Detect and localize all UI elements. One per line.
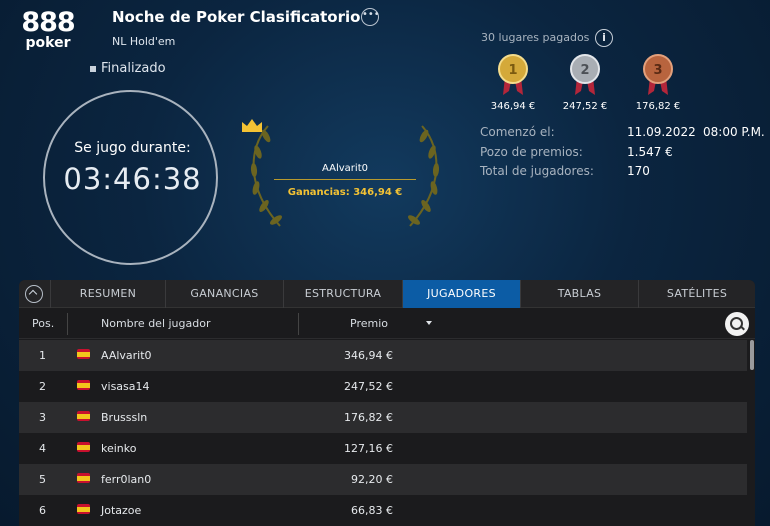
table-row[interactable]: 5 ferr0lan0 92,20 € [19, 464, 747, 495]
col-pos[interactable]: Pos. [32, 317, 54, 330]
sort-caret-icon[interactable] [426, 321, 432, 325]
spain-flag-icon [77, 473, 90, 483]
row-name: ferr0lan0 [101, 473, 152, 486]
start-label: Comenzó el: [480, 125, 555, 139]
row-prize: 176,82 € [344, 411, 393, 424]
table-header: Pos. Nombre del jugador Premio [19, 309, 755, 339]
players-label: Total de jugadores: [480, 164, 594, 178]
888poker-logo: 888 poker [18, 7, 78, 51]
col-divider [298, 313, 299, 335]
status-text: Finalizado [101, 61, 166, 76]
table-row[interactable]: 6 Jotazoe 66,83 € [19, 495, 747, 526]
row-pos: 1 [39, 349, 46, 362]
scrollbar-thumb[interactable] [750, 340, 754, 370]
row-name: Brusssln [101, 411, 148, 424]
duration-value: 03:46:38 [63, 162, 202, 196]
bronze-medal-icon: 3 [643, 54, 673, 95]
table-row[interactable]: 1 AAlvarit0 346,94 € [19, 340, 747, 371]
second-prize: 247,52 € [562, 101, 608, 112]
row-name: keinko [101, 442, 137, 455]
row-prize: 127,16 € [344, 442, 393, 455]
row-name: Jotazoe [101, 504, 142, 517]
tab-estructura[interactable]: ESTRUCTURA [283, 280, 402, 308]
spain-flag-icon [77, 504, 90, 514]
third-prize: 176,82 € [635, 101, 681, 112]
winner-divider [274, 179, 416, 180]
medal-rank: 2 [580, 63, 589, 78]
medal-rank: 1 [508, 63, 517, 78]
collapse-chevron-icon[interactable] [25, 285, 43, 303]
table-row[interactable]: 2 visasa14 247,52 € [19, 371, 747, 402]
tab-ganancias[interactable]: GANANCIAS [165, 280, 283, 308]
silver-medal-icon: 2 [570, 54, 600, 95]
first-prize: 346,94 € [490, 101, 536, 112]
details-panel: RESUMEN GANANCIAS ESTRUCTURA JUGADORES T… [19, 280, 755, 526]
duration-timer: Se jugo durante: 03:46:38 [43, 90, 218, 265]
row-prize: 247,52 € [344, 380, 393, 393]
winner-name: AAlvarit0 [322, 163, 368, 174]
row-prize: 346,94 € [344, 349, 393, 362]
spain-flag-icon [77, 349, 90, 359]
duration-label: Se jugo durante: [74, 140, 191, 156]
tab-bar: RESUMEN GANANCIAS ESTRUCTURA JUGADORES T… [19, 280, 755, 308]
table-row[interactable]: 4 keinko 127,16 € [19, 433, 747, 464]
start-date: 11.09.2022 [627, 125, 696, 139]
col-name[interactable]: Nombre del jugador [101, 317, 211, 330]
search-icon[interactable] [725, 312, 749, 336]
prize-pool-label: Pozo de premios: [480, 145, 583, 159]
info-icon[interactable]: i [595, 29, 613, 47]
winner-badge: AAlvarit0 Ganancias: 346,94 € [240, 118, 450, 236]
table-row[interactable]: 3 Brusssln 176,82 € [19, 402, 747, 433]
spain-flag-icon [77, 380, 90, 390]
start-time: 08:00 P.M. [703, 125, 765, 139]
row-prize: 92,20 € [351, 473, 393, 486]
laurel-wreath-icon [250, 125, 440, 227]
players-list: 1 AAlvarit0 346,94 € 2 visasa14 247,52 €… [19, 340, 747, 526]
row-pos: 6 [39, 504, 46, 517]
col-prize[interactable]: Premio [350, 317, 388, 330]
tab-satelites[interactable]: SATÉLITES [638, 280, 755, 308]
row-pos: 3 [39, 411, 46, 424]
tab-resumen[interactable]: RESUMEN [50, 280, 165, 308]
row-pos: 4 [39, 442, 46, 455]
row-pos: 2 [39, 380, 46, 393]
status-dot-icon [90, 65, 96, 72]
prize-pool-value: 1.547 € [627, 145, 673, 159]
game-type: NL Hold'em [112, 35, 176, 48]
players-value: 170 [627, 164, 650, 178]
tab-jugadores[interactable]: JUGADORES [402, 280, 520, 308]
gold-medal-icon: 1 [498, 54, 528, 95]
tournament-status: Finalizado [90, 61, 166, 76]
tab-tablas[interactable]: TABLAS [520, 280, 638, 308]
winner-earnings: Ganancias: 346,94 € [287, 187, 403, 198]
col-divider [67, 313, 68, 335]
spain-flag-icon [77, 411, 90, 421]
row-pos: 5 [39, 473, 46, 486]
more-options-button[interactable]: ••• [361, 8, 380, 26]
spain-flag-icon [77, 442, 90, 452]
paid-places: 30 lugares pagados [481, 31, 590, 44]
crown-icon [242, 119, 262, 132]
row-prize: 66,83 € [351, 504, 393, 517]
medal-rank: 3 [653, 63, 662, 78]
row-name: AAlvarit0 [101, 349, 152, 362]
logo-number: 888 [21, 7, 75, 38]
tournament-title: Noche de Poker Clasificatorio [112, 8, 361, 26]
row-name: visasa14 [101, 380, 150, 393]
logo-word: poker [25, 35, 71, 51]
